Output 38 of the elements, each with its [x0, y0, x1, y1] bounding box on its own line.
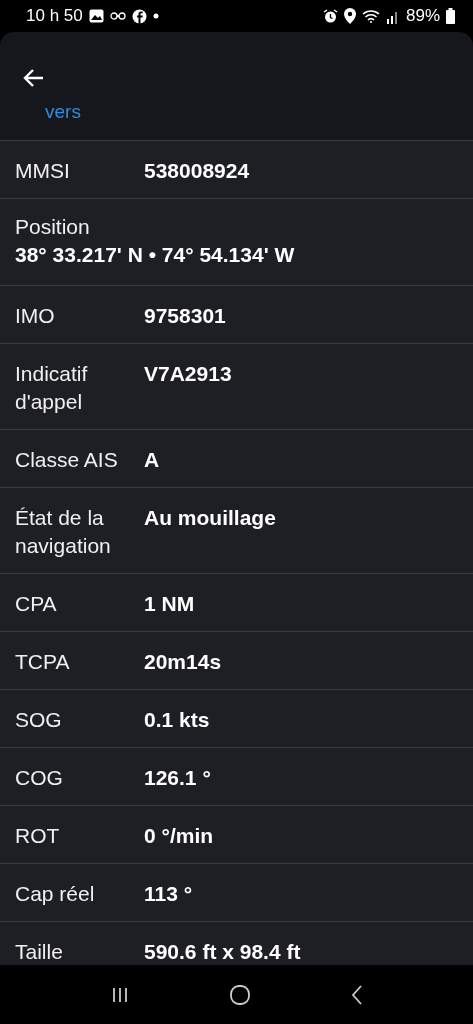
field-label: Indicatif d'appel: [15, 361, 89, 415]
field-value: 20m14s: [144, 649, 222, 675]
field-label: COG: [15, 765, 64, 791]
field-label: MMSI: [15, 158, 71, 184]
app-icon: [131, 8, 147, 24]
field-value: 113 °: [144, 881, 193, 907]
field-label: État de la navigation: [15, 505, 112, 559]
field-label: ROT: [15, 823, 61, 849]
field-value: 1 NM: [144, 591, 195, 617]
field-label: Taille: [15, 939, 64, 965]
field-value: 126.1 °: [144, 765, 211, 791]
dot-icon: [152, 13, 159, 19]
battery-icon: [446, 8, 455, 24]
field-value: 0.1 kts: [144, 707, 210, 733]
wifi-icon: [361, 9, 380, 23]
field-label: IMO: [15, 303, 56, 329]
location-icon: [343, 8, 356, 24]
field-label: CPA: [15, 591, 58, 617]
field-label: Position: [15, 215, 90, 239]
field-value: 590.6 ft x 98.4 ft: [144, 939, 301, 965]
home-icon: [228, 983, 251, 1006]
field-value: A: [144, 447, 160, 473]
field-value: 538008924: [144, 158, 250, 184]
link[interactable]: vers: [45, 101, 473, 123]
field-value: 38° 33.217' N • 74° 54.134' W: [15, 243, 295, 267]
alarm-icon: [322, 8, 338, 24]
field-label: SOG: [15, 707, 63, 733]
field-label: Cap réel: [15, 881, 96, 907]
field-value: Au mouillage: [144, 505, 276, 531]
image-icon: [88, 9, 104, 23]
field-value: 9758301: [144, 303, 226, 329]
status-time: 10 h 50: [26, 6, 83, 26]
field-label: TCPA: [15, 649, 71, 675]
field-value: 0 °/min: [144, 823, 214, 849]
chevron-left-icon: [349, 983, 364, 1006]
field-value: V7A2913: [144, 361, 232, 387]
battery-level: 89%: [405, 6, 440, 26]
field-label: Classe AIS: [15, 447, 119, 473]
